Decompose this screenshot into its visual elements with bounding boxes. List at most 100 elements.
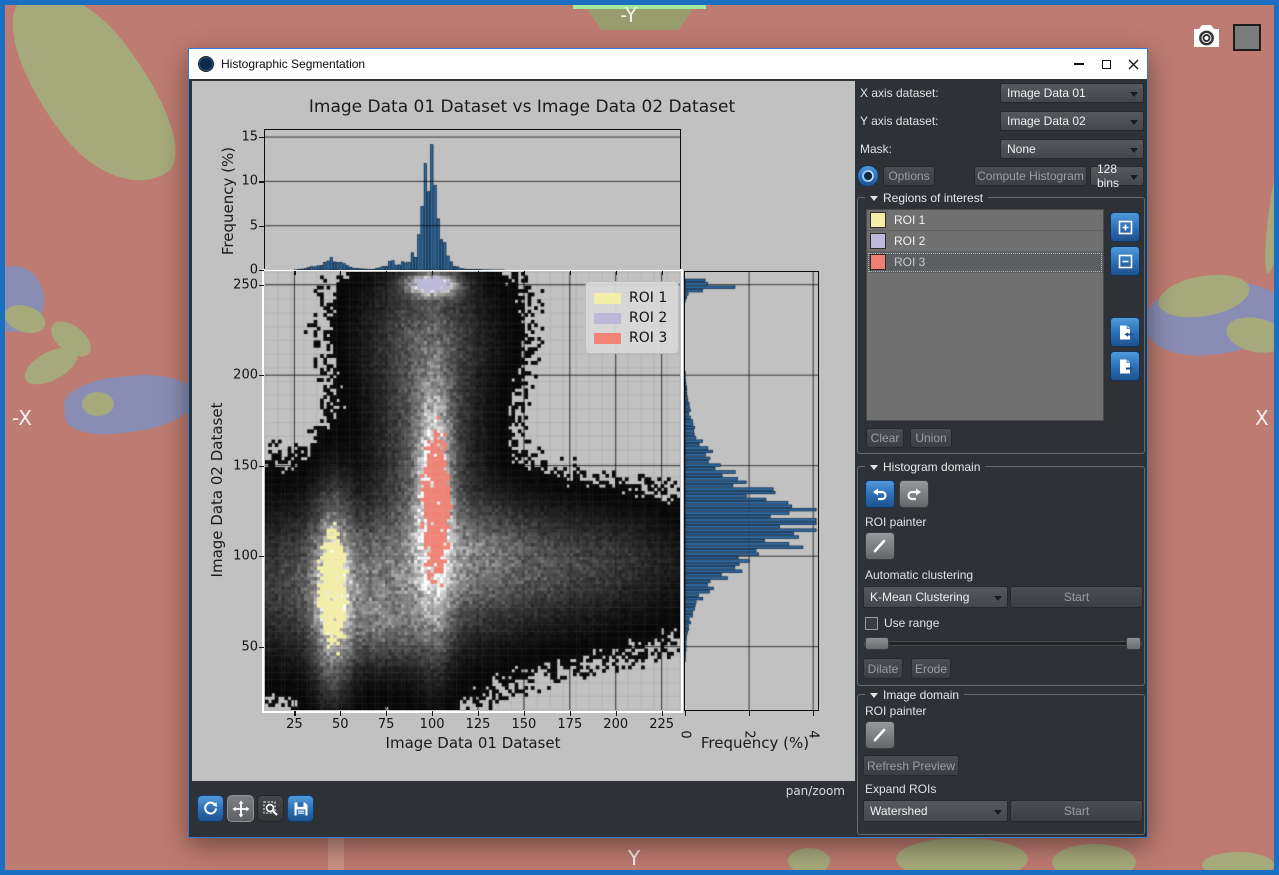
zoom-rect-icon <box>262 800 280 818</box>
dataset-combobox[interactable]: Image Data 02 <box>1000 111 1144 131</box>
remove-roi-button[interactable] <box>1110 246 1140 276</box>
document-import-icon <box>1117 324 1134 341</box>
dilate-button[interactable]: Dilate <box>863 658 903 679</box>
redo-button[interactable] <box>899 480 929 508</box>
legend-swatch <box>594 293 621 304</box>
undo-button[interactable] <box>865 480 895 508</box>
lut-icon <box>861 169 875 183</box>
plot-figure[interactable]: Image Data 01 Dataset vs Image Data 02 D… <box>192 81 855 781</box>
pan-button[interactable] <box>227 795 254 822</box>
hist-roi-painter-button[interactable] <box>865 532 895 560</box>
expand-method-combobox[interactable]: Watershed <box>863 800 1008 822</box>
tick-mark <box>259 270 264 271</box>
minimize-icon <box>1074 63 1084 64</box>
clustering-combobox[interactable]: K-Mean Clustering <box>863 586 1008 608</box>
maximize-icon <box>1102 60 1111 69</box>
tick-mark <box>570 271 571 275</box>
tick-mark <box>259 137 264 138</box>
add-roi-button[interactable] <box>1110 212 1140 242</box>
reset-view-button[interactable] <box>197 795 224 822</box>
tick-mark <box>340 711 341 716</box>
plot-title: Image Data 01 Dataset vs Image Data 02 D… <box>309 97 735 117</box>
reset-icon <box>202 800 219 817</box>
triangle-down-icon <box>870 196 878 201</box>
tick-mark <box>259 285 264 286</box>
roi-group-title[interactable]: Regions of interest <box>865 191 988 205</box>
export-roi-button[interactable] <box>1110 351 1140 381</box>
tick-mark <box>524 271 525 275</box>
dataset-combobox-value: None <box>1007 142 1036 156</box>
tick-mark <box>259 466 264 467</box>
window-titlebar[interactable]: Histographic Segmentation <box>189 49 1147 79</box>
axis-label-minus-x: -X <box>12 406 32 430</box>
erode-button[interactable]: Erode <box>911 658 951 679</box>
range-slider-handle-high[interactable] <box>1126 637 1141 650</box>
tick-label: 175 <box>557 717 582 732</box>
roi-group: Regions of interest ROI 1ROI 2ROI 3 <box>857 197 1145 454</box>
tick-mark <box>685 711 686 716</box>
use-range-checkbox[interactable] <box>865 617 878 630</box>
clustering-value: K-Mean Clustering <box>870 590 969 604</box>
zoom-rect-button[interactable] <box>257 795 284 822</box>
tick-label: 75 <box>378 717 395 732</box>
roi-list-item[interactable]: ROI 2 <box>867 231 1103 252</box>
clustering-label: Automatic clustering <box>865 568 973 582</box>
background-blob <box>82 392 114 416</box>
range-slider-handle-low[interactable] <box>865 637 889 650</box>
close-button[interactable] <box>1117 49 1149 79</box>
plot-legend: ROI 1ROI 2ROI 3 <box>585 281 679 354</box>
save-button[interactable] <box>287 795 314 822</box>
tick-mark <box>259 647 264 648</box>
dataset-combobox[interactable]: Image Data 01 <box>1000 83 1144 103</box>
compute-histogram-button[interactable]: Compute Histogram <box>974 166 1087 186</box>
roi-color-swatch[interactable] <box>870 212 886 228</box>
document-export-icon <box>1117 358 1134 375</box>
roi-list[interactable]: ROI 1 ROI 2ROI 3 <box>866 209 1104 421</box>
expand-start-button[interactable]: Start <box>1010 800 1143 822</box>
clear-roi-button[interactable]: Clear <box>866 428 904 448</box>
options-button[interactable]: Options <box>883 166 935 186</box>
roi-name: ROI 1 <box>894 213 925 227</box>
union-roi-button[interactable]: Union <box>910 428 952 448</box>
chevron-down-icon <box>994 810 1002 815</box>
tick-label: 10 <box>241 174 258 189</box>
tick-label: 0 <box>250 263 258 278</box>
camera-icon[interactable] <box>1186 20 1226 54</box>
tick-label: 4 <box>806 730 821 738</box>
lut-button[interactable] <box>857 165 879 187</box>
gray-square-button[interactable] <box>1233 24 1261 51</box>
expand-rois-label: Expand ROIs <box>865 782 936 796</box>
tick-label: 150 <box>233 458 258 473</box>
right-marginal-histogram-canvas[interactable] <box>685 272 818 710</box>
import-roi-button[interactable] <box>1110 317 1140 347</box>
chevron-down-icon <box>1130 148 1138 153</box>
roi-list-item[interactable]: ROI 3 <box>867 252 1103 273</box>
dataset-combobox-value: Image Data 02 <box>1007 114 1086 128</box>
app-window: Histographic Segmentation Image Data 01 … <box>189 49 1147 837</box>
chevron-down-icon <box>1130 92 1138 97</box>
chevron-down-icon <box>994 596 1002 601</box>
legend-entry: ROI 2 <box>594 308 670 328</box>
dataset-combobox[interactable]: None <box>1000 139 1144 159</box>
tick-label: 125 <box>466 717 491 732</box>
tick-label: 100 <box>233 549 258 564</box>
dataset-row-label: X axis dataset: <box>860 86 939 100</box>
clustering-start-button[interactable]: Start <box>1010 586 1143 608</box>
bins-combobox[interactable]: 128 bins <box>1090 166 1144 186</box>
top-marginal-histogram-canvas[interactable] <box>265 130 680 270</box>
tick-mark <box>813 711 814 716</box>
roi-list-item[interactable]: ROI 1 <box>867 210 1103 231</box>
tick-label: 200 <box>603 717 628 732</box>
tick-label: 225 <box>649 717 674 732</box>
image-roi-painter-button[interactable] <box>865 721 895 749</box>
roi-color-swatch[interactable] <box>870 254 886 270</box>
paint-brush-icon <box>871 726 889 744</box>
image-domain-title[interactable]: Image domain <box>865 688 964 702</box>
pan-icon <box>232 800 250 818</box>
histogram-domain-title[interactable]: Histogram domain <box>865 460 985 474</box>
roi-color-swatch[interactable] <box>870 233 886 249</box>
tick-mark <box>259 181 264 182</box>
tick-label: 0 <box>678 730 693 738</box>
refresh-preview-button[interactable]: Refresh Preview <box>863 755 959 776</box>
range-slider[interactable] <box>864 641 1142 646</box>
